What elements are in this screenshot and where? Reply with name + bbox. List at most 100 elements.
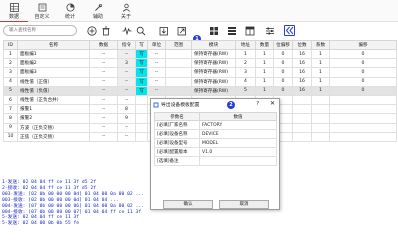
table-cell[interactable]: -- — [89, 76, 118, 87]
table-cell[interactable]: 保持寄存器(RW) — [191, 85, 236, 96]
table-cell[interactable]: 3 — [235, 67, 256, 78]
param-value[interactable] — [199, 156, 277, 166]
table-cell[interactable]: 1 — [255, 58, 274, 69]
table-cell[interactable]: 16 — [292, 76, 312, 87]
table-cell[interactable] — [165, 58, 192, 69]
table-cell[interactable]: 16 — [292, 48, 312, 60]
table-cell[interactable] — [311, 131, 330, 142]
table-cell[interactable]: 保持寄存器(RW) — [191, 67, 236, 78]
table-cell[interactable]: 0 — [273, 48, 293, 60]
table-cell[interactable]: 写 — [135, 67, 148, 78]
col-header[interactable]: 写 — [135, 40, 148, 50]
delete-icon[interactable] — [100, 25, 111, 36]
col-header[interactable]: 位偏移 — [273, 40, 293, 50]
table-cell[interactable] — [165, 48, 192, 60]
col-header[interactable]: 名称 — [17, 40, 90, 50]
table-cell[interactable]: 1 — [311, 48, 330, 60]
table-cell[interactable]: 2 — [3, 58, 18, 69]
table-cell[interactable] — [292, 94, 312, 106]
import-icon[interactable] — [158, 25, 169, 36]
table-cell[interactable] — [135, 122, 148, 133]
table-cell[interactable]: 0 — [329, 58, 397, 69]
nav-about[interactable]: 关于 — [112, 0, 140, 22]
table-row[interactable]: 3 面板编3 -- -- 写 -- 保持寄存器(RW) 3 1 0 16 1 0 — [3, 67, 397, 78]
col-header[interactable]: ID — [3, 40, 18, 50]
table-cell[interactable]: -- — [117, 67, 136, 78]
param-value[interactable]: V1.0 — [199, 147, 277, 157]
table-cell[interactable]: 写 — [135, 58, 148, 69]
table-cell[interactable]: 写 — [135, 85, 148, 96]
table-cell[interactable]: -- — [89, 85, 118, 96]
table-cell[interactable] — [329, 113, 397, 124]
table-cell[interactable]: 1 — [235, 48, 256, 60]
table-cell[interactable]: 写 — [135, 76, 148, 87]
table-cell[interactable]: 0 — [329, 85, 397, 96]
param-value[interactable]: DEVICE — [199, 129, 277, 139]
table-cell[interactable]: -- — [89, 67, 118, 78]
table-cell[interactable]: 写 — [135, 48, 148, 60]
table-cell[interactable]: 方波（正负交替） — [17, 122, 90, 133]
table-cell[interactable]: -- — [89, 58, 118, 69]
table-cell[interactable] — [311, 94, 330, 106]
table-cell[interactable]: 1 — [255, 67, 274, 78]
table-cell[interactable]: 16 — [292, 67, 312, 78]
table-cell[interactable]: 1 — [255, 48, 274, 60]
table-cell[interactable]: -- — [147, 67, 166, 78]
table-cell[interactable]: 7 — [3, 104, 18, 115]
list-view-icon[interactable] — [226, 25, 237, 36]
col-header[interactable]: 模块 — [191, 40, 236, 50]
table-cell[interactable]: 保持寄存器(RW) — [191, 76, 236, 87]
table-cell[interactable] — [165, 85, 192, 96]
export-icon[interactable] — [176, 25, 187, 36]
table-cell[interactable]: -- — [117, 76, 136, 87]
collapse-icon[interactable] — [284, 25, 295, 36]
param-value[interactable]: MODEL — [199, 138, 277, 148]
table-cell[interactable]: 线性值（正负合并） — [17, 94, 90, 106]
find-icon[interactable] — [135, 25, 146, 36]
table-cell[interactable] — [292, 131, 312, 142]
table-cell[interactable]: 2 — [235, 58, 256, 69]
help-button[interactable]: ? — [256, 101, 259, 107]
confirm-button[interactable]: 确认 — [163, 200, 213, 209]
table-cell[interactable]: 9 — [117, 113, 136, 124]
table-cell[interactable]: -- — [117, 85, 136, 96]
table-cell[interactable]: 4 — [235, 76, 256, 87]
table-cell[interactable] — [292, 113, 312, 124]
table-cell[interactable] — [292, 104, 312, 115]
param-value[interactable]: FACTORY — [199, 120, 277, 130]
table-cell[interactable]: 0 — [329, 67, 397, 78]
table-cell[interactable] — [311, 122, 330, 133]
table-cell[interactable]: 4 — [3, 76, 18, 87]
table-cell[interactable]: 面板编3 — [17, 67, 90, 78]
grid-view-icon[interactable] — [208, 25, 219, 36]
table-cell[interactable]: 报警2 — [17, 113, 90, 124]
table-cell[interactable]: 9 — [3, 122, 18, 133]
col-header[interactable]: 数量 — [255, 40, 274, 50]
table-cell[interactable] — [329, 131, 397, 142]
col-header[interactable]: 系数 — [311, 40, 330, 50]
table-cell[interactable]: -- — [89, 94, 118, 106]
table-cell[interactable]: -- — [89, 131, 118, 142]
table-cell[interactable]: 1 — [255, 85, 274, 96]
table-cell[interactable]: -- — [117, 122, 136, 133]
table-cell[interactable]: 线性值（负值） — [17, 85, 90, 96]
table-cell[interactable]: 1 — [311, 76, 330, 87]
table-cell[interactable]: 3 — [117, 58, 136, 69]
table-cell[interactable]: 0 — [273, 67, 293, 78]
table-cell[interactable] — [135, 104, 148, 115]
table-cell[interactable]: 正弦（正负交替） — [17, 131, 90, 142]
table-cell[interactable]: 10 — [3, 131, 18, 142]
col-header[interactable]: 位数 — [292, 40, 312, 50]
table-cell[interactable]: -- — [89, 122, 118, 133]
table-cell[interactable]: -- — [117, 131, 136, 142]
table-cell[interactable]: 线性值（正值） — [17, 76, 90, 87]
table-view-icon[interactable] — [244, 25, 255, 36]
col-header[interactable]: 单位 — [147, 40, 166, 50]
table-row[interactable]: 4 线性值（正值） -- -- 写 -- 保持寄存器(RW) 4 1 0 16 1 0 — [3, 76, 397, 87]
col-header[interactable]: 偏移 — [329, 40, 397, 50]
table-cell[interactable]: 0 — [273, 85, 293, 96]
table-cell[interactable]: 6 — [3, 94, 18, 106]
add-icon[interactable] — [86, 25, 97, 36]
table-cell[interactable]: 面板编1 — [17, 48, 90, 60]
table-cell[interactable]: -- — [89, 104, 118, 115]
